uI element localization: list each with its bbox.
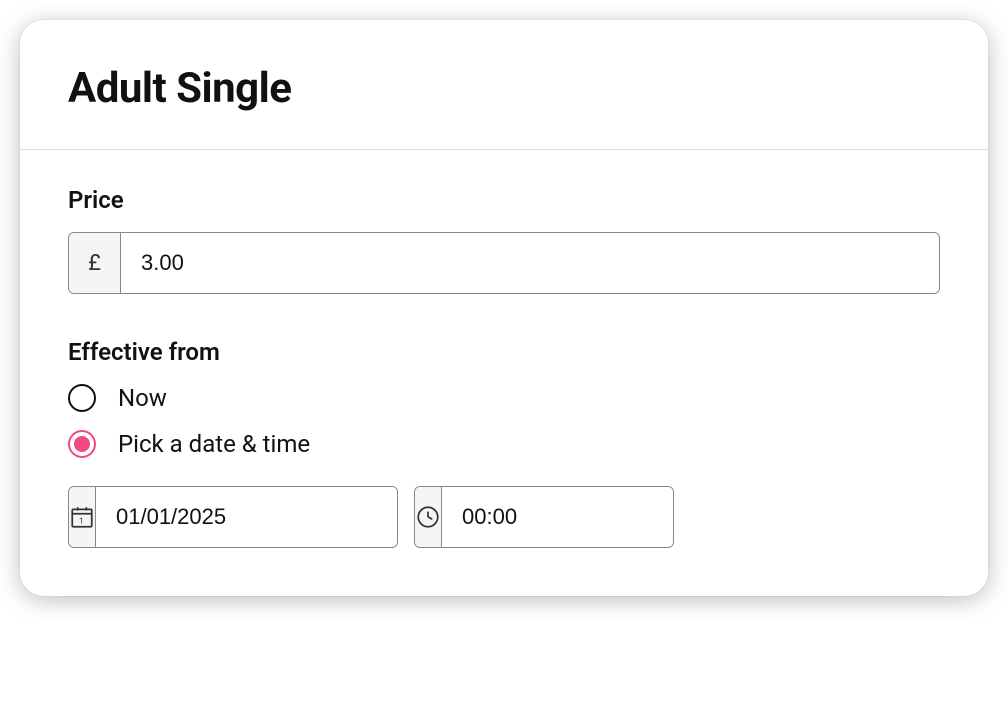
radio-indicator-pick (68, 430, 96, 458)
calendar-icon: 1 (69, 504, 95, 530)
date-input-group: 1 (68, 486, 398, 548)
card-header: Adult Single (20, 20, 988, 149)
time-input-group (414, 486, 674, 548)
effective-radio-group: Now Pick a date & time (68, 384, 940, 458)
price-input-group: £ (68, 232, 940, 294)
currency-prefix: £ (69, 233, 121, 293)
clock-icon (415, 504, 441, 530)
datetime-row: 1 (68, 486, 940, 548)
price-label: Price (68, 186, 940, 214)
radio-dot (74, 436, 90, 452)
radio-indicator-now (68, 384, 96, 412)
svg-text:1: 1 (79, 517, 84, 527)
radio-option-pick[interactable]: Pick a date & time (68, 430, 940, 458)
card-body: Price £ Effective from Now Pick a date &… (20, 150, 988, 596)
radio-label-now: Now (118, 384, 167, 412)
time-input[interactable] (442, 487, 674, 547)
radio-label-pick: Pick a date & time (118, 430, 310, 458)
date-input[interactable] (96, 487, 398, 547)
clock-icon-prefix (415, 487, 442, 547)
price-settings-card: Adult Single Price £ Effective from Now … (20, 20, 988, 596)
price-input[interactable] (121, 233, 939, 293)
effective-from-label: Effective from (68, 338, 940, 366)
card-title: Adult Single (68, 64, 940, 113)
calendar-icon-prefix: 1 (69, 487, 96, 547)
radio-option-now[interactable]: Now (68, 384, 940, 412)
